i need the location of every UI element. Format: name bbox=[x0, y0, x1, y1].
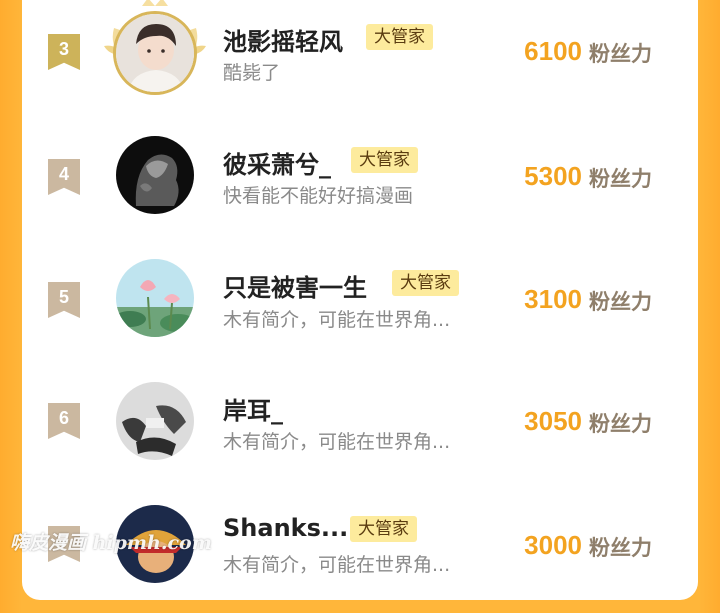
score-unit: 粉丝力 bbox=[589, 536, 652, 560]
fan-score: 3050 bbox=[524, 406, 582, 436]
user-bio: 酷毙了 bbox=[223, 62, 281, 84]
fan-score: 6100 bbox=[524, 36, 582, 66]
fan-score: 3100 bbox=[524, 284, 582, 314]
leaderboard-row[interactable]: 4 彼采萧兮_ 大管家 快看能不能好好搞漫画 5300 粉丝力 bbox=[0, 121, 720, 244]
role-badge: 大管家 bbox=[351, 147, 418, 173]
user-bio: 木有简介，可能在世界角... bbox=[223, 431, 451, 453]
rank-number: 3 bbox=[58, 39, 69, 59]
avatar[interactable] bbox=[116, 136, 194, 214]
leaderboard-row[interactable]: 5 只是被害一生 大管家 木有简介，可能在世界角... 3100 粉丝力 bbox=[0, 244, 720, 367]
score-unit: 粉丝力 bbox=[589, 412, 652, 436]
role-badge: 大管家 bbox=[392, 270, 459, 296]
rank-ribbon-icon: 5 bbox=[48, 282, 80, 318]
username[interactable]: 岸耳_ bbox=[223, 391, 283, 426]
role-badge: 大管家 bbox=[366, 24, 433, 50]
rank-ribbon-icon: 4 bbox=[48, 159, 80, 195]
username[interactable]: Shanks... bbox=[223, 514, 348, 542]
role-badge: 大管家 bbox=[350, 516, 417, 542]
username[interactable]: 池影摇轻风 bbox=[223, 22, 343, 57]
fan-score: 5300 bbox=[524, 161, 582, 191]
leaderboard-row[interactable]: 3 池影摇轻风 大管家 酷毙了 6100 粉丝力 bbox=[0, 0, 720, 121]
score-unit: 粉丝力 bbox=[589, 42, 652, 66]
username[interactable]: 只是被害一生 bbox=[223, 268, 367, 303]
rank-ribbon-icon: 6 bbox=[48, 403, 80, 439]
score-unit: 粉丝力 bbox=[589, 290, 652, 314]
avatar[interactable] bbox=[116, 382, 194, 460]
rank-number: 6 bbox=[58, 408, 69, 428]
rank-number: 5 bbox=[58, 287, 69, 307]
rank-number: 4 bbox=[58, 164, 69, 184]
user-bio: 木有简介，可能在世界角... bbox=[223, 309, 451, 331]
user-bio: 木有简介，可能在世界角... bbox=[223, 554, 451, 576]
avatar[interactable] bbox=[116, 14, 194, 92]
leaderboard-row[interactable]: 6 岸耳_ 木有简介，可能在世界角... 3050 粉丝力 bbox=[0, 367, 720, 490]
avatar[interactable] bbox=[116, 259, 194, 337]
rank-ribbon-icon: 3 bbox=[48, 34, 80, 70]
fan-score: 3000 bbox=[524, 530, 582, 560]
user-bio: 快看能不能好好搞漫画 bbox=[223, 185, 414, 207]
score-unit: 粉丝力 bbox=[589, 167, 652, 191]
site-watermark: 嗨皮漫画 hipmh.com bbox=[10, 532, 212, 554]
username[interactable]: 彼采萧兮_ bbox=[223, 145, 331, 180]
